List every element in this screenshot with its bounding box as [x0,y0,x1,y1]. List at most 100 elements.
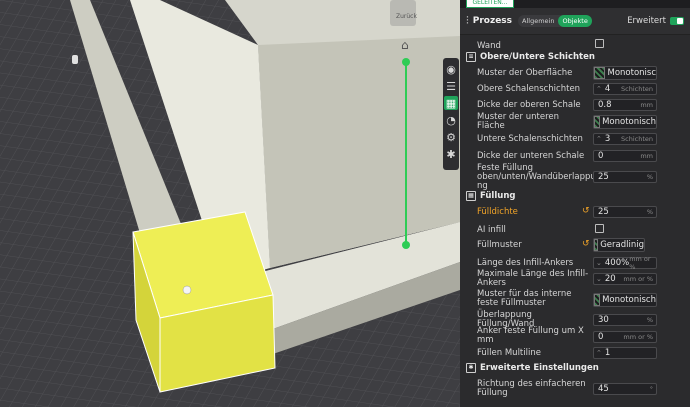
pattern-swatch-icon [594,239,599,251]
row-multiline: Füllen Multiline ⌃ 1 [460,347,690,359]
sparse-dir-label: Richtung des einfacheren Füllung [477,379,586,398]
bottom-thickness-label: Dicke der unteren Schale [477,150,585,161]
settings-panel: GELEITEN... ⫶ Prozess Allgemein Objekte … [460,0,690,407]
pattern-swatch-icon [594,294,601,306]
reset-icon[interactable]: ↺ [582,239,590,249]
section-infill-label: Füllung [480,191,516,201]
top-pattern-select[interactable]: Monotonisc [593,66,657,80]
anchor-len-unit: mm or % [629,255,651,271]
solid-overlap-value: 25 [598,172,609,182]
row-sparse-dir: Richtung des einfacheren Füllung 45 ° [460,380,690,400]
process-header: ⫶ Prozess Allgemein Objekte Erweitert [460,8,690,35]
bottom-pattern-select[interactable]: Monotonisch [593,115,657,129]
row-density: Fülldichte ↺ 25% [460,206,690,218]
bottom-thickness-value: 0 [598,151,604,161]
internal-solid-value: Monotonisch [602,295,656,305]
density-unit: % [646,208,653,216]
viewport-side-toolbar: ◉ ☰ ▦ ◔ ⚙ ✱ [443,58,459,170]
top-shells-input[interactable]: ⌃ 4 Schichten [593,83,657,95]
top-tab[interactable]: GELEITEN... [466,0,514,8]
build-plate-scene[interactable]: Zurück ⌂ [0,0,460,407]
solid-anchor-unit: mm or % [623,333,653,341]
sparse-dir-input[interactable]: 45 ° [593,383,657,395]
density-label: Fülldichte [477,206,518,217]
top-shells-value: 4 [604,84,611,94]
ai-infill-label: AI infill [477,224,506,235]
section-top-bottom[interactable]: ≡ Obere/Untere Schichten [466,52,595,62]
bottom-thickness-input[interactable]: 0 mm [593,150,657,162]
section-top-bottom-label: Obere/Untere Schichten [480,52,595,62]
solid-overlap-input[interactable]: 25% [593,171,657,183]
seg-objects[interactable]: Objekte [558,15,592,27]
support-icon[interactable]: ⚙ [444,130,458,144]
infill-section-icon: ▦ [466,191,476,201]
infill-icon[interactable]: ▦ [444,96,458,110]
speed-icon[interactable]: ◔ [444,113,458,127]
infill-pattern-select[interactable]: Geradlinig [593,238,645,252]
cube-pin [182,285,192,295]
solid-anchor-label: Anker feste Füllung um X mm [477,326,584,345]
bottom-thickness-unit: mm [640,152,653,160]
top-thickness-input[interactable]: 0.8 mm [593,99,657,111]
wand-checkbox[interactable] [595,39,604,48]
infill-pattern-label: Füllmuster [477,239,522,250]
solid-anchor-input[interactable]: 0 mm or % [593,331,657,343]
bottom-shells-input[interactable]: ⌃ 3 Schichten [593,133,657,145]
process-title: Prozess [472,16,513,26]
scope-switch[interactable]: Allgemein Objekte [518,15,592,27]
home-icon: ⌂ [401,38,409,52]
row-wand: Wand [460,39,690,52]
anchor-len-value: 400% [604,258,630,268]
spin-icon[interactable]: ⌃ [594,85,602,93]
layers-icon[interactable]: ☰ [444,79,458,93]
row-top-thickness: Dicke der oberen Schale 0.8 mm [460,99,690,111]
anchor-max-value: 20 [604,274,616,284]
top-pattern-value: Monotonisc [607,68,656,78]
dropdown-icon[interactable]: ⌄ [594,259,602,267]
row-top-shells: Obere Schalenschichten ⌃ 4 Schichten [460,83,690,95]
move-gizmo-handle-top[interactable] [402,58,410,66]
palette-icon[interactable]: ◉ [444,62,458,76]
ai-infill-checkbox[interactable] [595,224,604,233]
row-solid-overlap: Feste Füllung oben/unten/Wandüberlappu n… [460,164,690,192]
anchor-max-input[interactable]: ⌄ 20 mm or % [593,273,657,285]
density-value: 25 [598,207,609,217]
solid-anchor-value: 0 [598,332,604,342]
multiline-value: 1 [604,348,611,358]
multiline-input[interactable]: ⌃ 1 [593,347,657,359]
spin-icon[interactable]: ⌃ [594,135,602,143]
section-infill[interactable]: ▦ Füllung [466,191,515,201]
advanced-toggle[interactable] [670,17,684,25]
bottom-shells-value: 3 [604,134,611,144]
3d-viewport[interactable]: Zurück ⌂ ◉ ☰ ▦ ◔ ⚙ ✱ [0,0,460,407]
infill-wall-overlap-input[interactable]: 30% [593,314,657,326]
anchor-len-input[interactable]: ⌄ 400% mm or % [593,255,657,271]
seg-global[interactable]: Allgemein [518,15,558,27]
bottom-shells-label: Untere Schalenschichten [477,133,583,144]
anchor-len-label: Länge des Infill-Ankers [477,257,574,268]
internal-solid-select[interactable]: Monotonisch [593,293,657,307]
move-gizmo-handle-bottom[interactable] [402,241,410,249]
reset-icon[interactable]: ↺ [582,206,590,216]
top-thickness-unit: mm [640,101,653,109]
row-ai-infill: AI infill [460,224,690,236]
anchor-max-label: Maximale Länge des Infill-Ankers [477,269,589,288]
multiline-label: Füllen Multiline [477,347,541,358]
others-icon[interactable]: ✱ [444,147,458,161]
sliders-icon: ⫶ [466,14,469,27]
infill-wall-overlap-unit: % [646,316,653,324]
row-infill-wall-overlap: Überlappung Füllung/Wand 30% [460,311,690,329]
section-advanced[interactable]: ✱ Erweiterte Einstellungen [466,363,599,373]
advanced-label: Erweitert [627,16,666,26]
bottom-pattern-value: Monotonisch [602,117,656,127]
density-input[interactable]: 25% [593,206,657,218]
pattern-swatch-icon [594,116,601,128]
solid-overlap-label: Feste Füllung oben/unten/Wandüberlappu n… [477,163,596,191]
dropdown-icon[interactable]: ⌄ [594,275,602,283]
small-object [72,55,78,64]
section-advanced-label: Erweiterte Einstellungen [480,363,599,373]
spin-icon[interactable]: ⌃ [594,349,602,357]
internal-solid-label: Muster für das interne feste Füllmuster [477,289,572,308]
row-infill-pattern: Füllmuster ↺ Geradlinig [460,238,690,252]
anchor-max-unit: mm or % [623,275,653,283]
